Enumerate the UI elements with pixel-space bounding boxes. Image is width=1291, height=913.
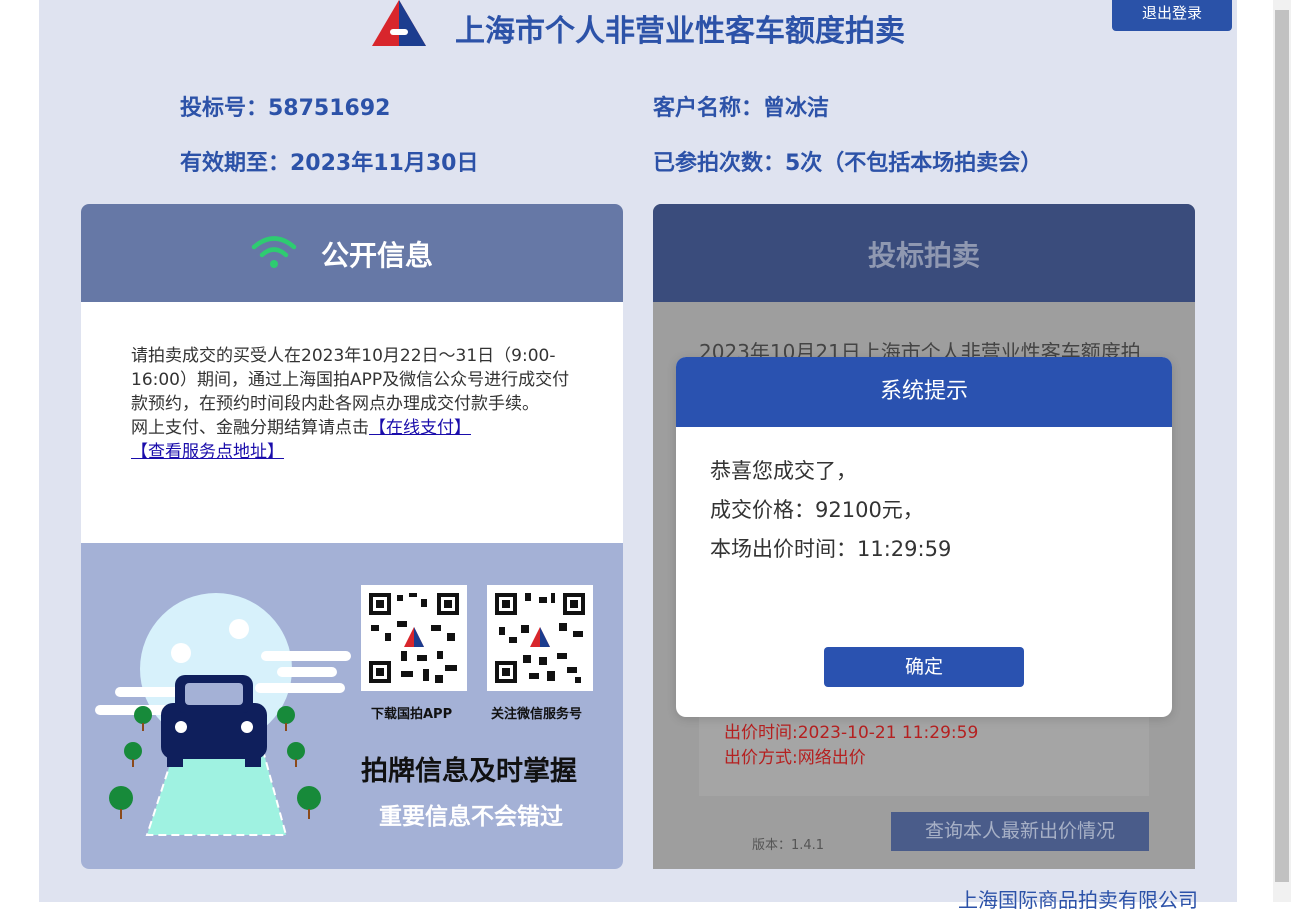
public-info-header: 公开信息 — [81, 204, 623, 302]
dialog-line-2: 成交价格：92100元， — [710, 498, 924, 522]
qr-wechat-caption: 关注微信服务号 — [491, 707, 583, 722]
dialog-line-1: 恭喜您成交了， — [710, 459, 857, 483]
scrollbar-thumb[interactable] — [1275, 10, 1289, 882]
dialog-line-3: 本场出价时间：11:29:59 — [710, 537, 952, 561]
public-info-panel: 公开信息 请拍卖成交的买受人在2023年10月22日～31日（9:00-16:0… — [81, 204, 623, 869]
dialog-title: 系统提示 — [676, 357, 1172, 427]
logout-button[interactable]: 退出登录 — [1112, 0, 1232, 31]
bid-time: 出价时间:2023-10-21 11:29:59 — [724, 723, 979, 743]
car-shape — [161, 675, 267, 767]
online-pay-link[interactable]: 【在线支付】 — [369, 418, 471, 438]
confirm-button[interactable]: 确定 — [824, 647, 1024, 687]
promo-banner: 下载国拍APP 关注微信服务号 拍牌信息及时掌握 重要信息不会错过 — [81, 543, 623, 869]
company-footer: 上海国际商品拍卖有限公司 — [958, 888, 1198, 912]
bid-method: 出价方式:网络出价 — [724, 748, 866, 768]
qr-app-caption: 下载国拍APP — [371, 707, 453, 722]
system-dialog: 系统提示 恭喜您成交了， 成交价格：92100元， 本场出价时间：11:29:5… — [676, 357, 1172, 717]
page-title: 上海市个人非营业性客车额度拍卖 — [455, 14, 905, 49]
car-illustration — [95, 593, 351, 836]
payment-notice: 请拍卖成交的买受人在2023年10月22日～31日（9:00-16:00）期间，… — [131, 346, 570, 414]
valid-until: 有效期至：2023年11月30日 — [180, 151, 479, 176]
qr-code-wechat — [487, 585, 593, 691]
promo-line-2: 重要信息不会错过 — [379, 804, 563, 830]
query-latest-bid-button[interactable]: 查询本人最新出价情况 — [891, 812, 1149, 851]
scrollbar[interactable] — [1273, 0, 1291, 902]
auction-logo-icon — [372, 0, 426, 46]
auction-count: 已参拍次数：5次（不包括本场拍卖会） — [653, 151, 1043, 176]
customer-name: 客户名称：曾冰洁 — [653, 96, 830, 121]
qr-code-app — [361, 585, 467, 691]
service-point-link[interactable]: 【查看服务点地址】 — [131, 442, 284, 462]
bid-number: 投标号：58751692 — [180, 96, 391, 121]
wifi-icon — [251, 236, 297, 268]
public-info-text: 请拍卖成交的买受人在2023年10月22日～31日（9:00-16:00）期间，… — [131, 344, 576, 464]
payment-text: 网上支付、金融分期结算请点击 — [131, 418, 369, 438]
payment-line: 网上支付、金融分期结算请点击【在线支付】 【查看服务点地址】 — [131, 416, 576, 464]
bidding-title: 投标拍卖 — [867, 239, 980, 272]
promo-line-1: 拍牌信息及时掌握 — [361, 756, 577, 787]
version-label: 版本：1.4.1 — [752, 838, 825, 853]
public-info-title: 公开信息 — [321, 239, 434, 272]
bidding-header: 投标拍卖 — [653, 204, 1195, 302]
